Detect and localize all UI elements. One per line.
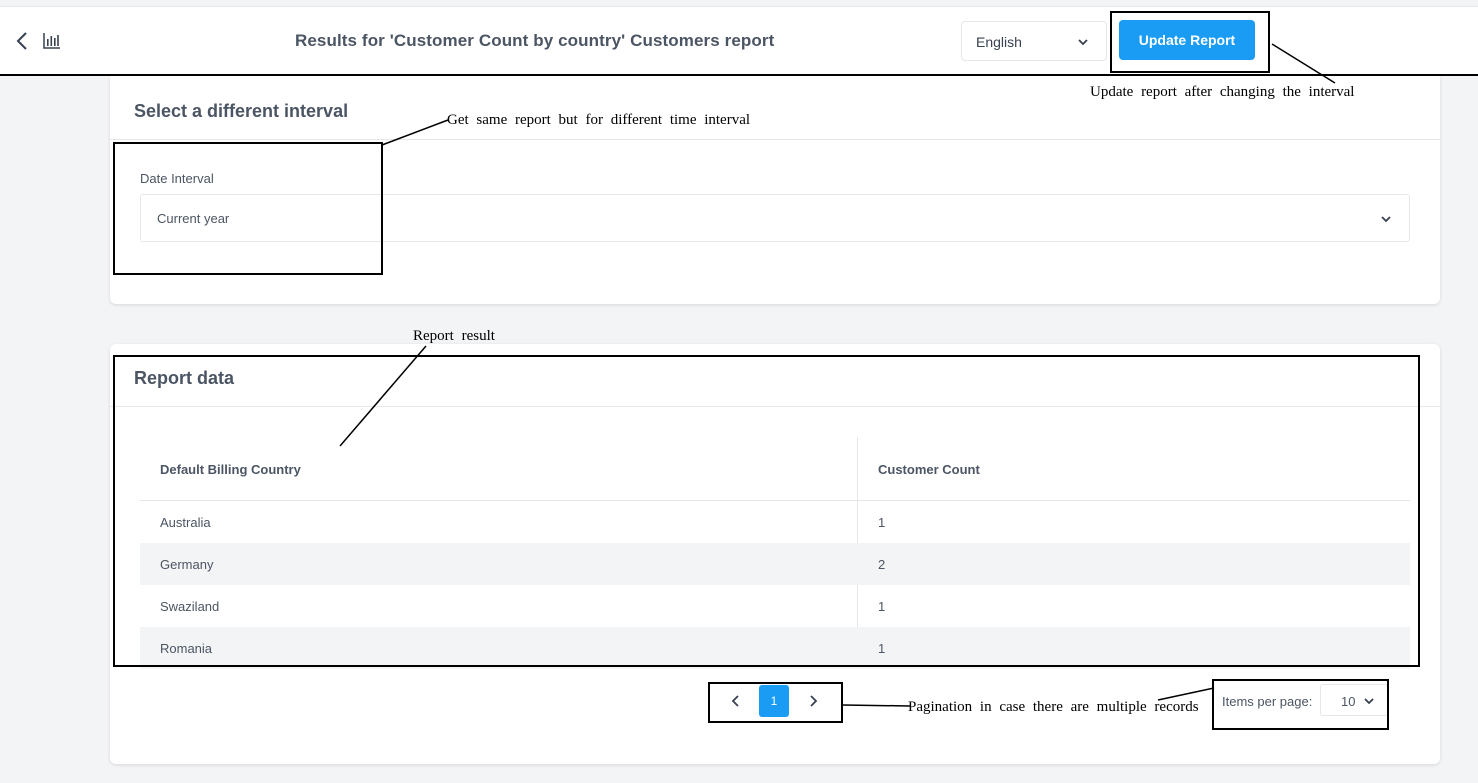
annotation-interval: Get same report but for different time i… (447, 112, 751, 128)
annotation-update: Update report after changing the interva… (1090, 84, 1355, 100)
annotation-result: Report result (413, 328, 495, 344)
annotation-pagination: Pagination in case there are multiple re… (908, 699, 1199, 715)
